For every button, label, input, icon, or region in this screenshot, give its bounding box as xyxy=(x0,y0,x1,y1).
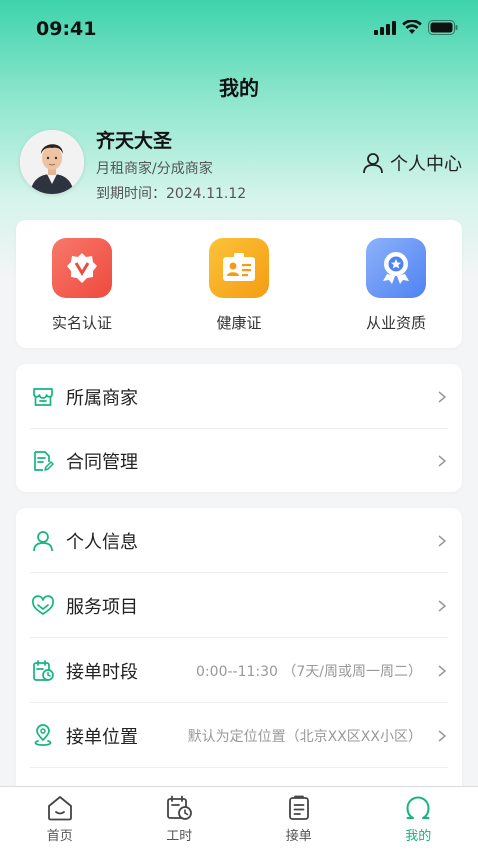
wifi-icon xyxy=(402,20,422,34)
personal-center-button[interactable]: 个人中心 xyxy=(362,150,462,176)
profile-tab-icon xyxy=(406,796,430,819)
menu-label: 接单位置 xyxy=(66,726,138,748)
chevron-right-icon xyxy=(438,664,447,677)
personal-center-label: 个人中心 xyxy=(390,154,462,175)
cert-real-name[interactable]: 实名认证 xyxy=(22,238,142,333)
menu-label: 合同管理 xyxy=(66,451,138,473)
location-icon xyxy=(30,723,56,749)
cert-qualification[interactable]: 从业资质 xyxy=(336,238,456,333)
menu-label: 服务项目 xyxy=(66,596,138,618)
menu-label: 所属商家 xyxy=(66,387,138,409)
user-name: 齐天大圣 xyxy=(96,130,173,152)
cert-label: 实名认证 xyxy=(51,314,112,332)
menu-item-order-hours[interactable]: 接单时段 0:00--11:30 （7天/周或周一周二） xyxy=(30,638,448,703)
certification-card: 实名认证 健康证 从业资质 xyxy=(16,220,462,348)
menu-label: 个人信息 xyxy=(66,531,138,553)
person-icon xyxy=(30,528,56,554)
merchant-card: 所属商家 合同管理 xyxy=(16,364,462,492)
tab-orders[interactable]: 接单 xyxy=(239,787,359,850)
tab-profile[interactable]: 我的 xyxy=(359,787,478,850)
menu-item-contract[interactable]: 合同管理 xyxy=(30,428,448,493)
cert-label: 健康证 xyxy=(216,314,262,332)
tab-label: 我的 xyxy=(405,829,432,844)
work-hours-icon xyxy=(167,795,193,820)
user-role: 月租商家/分成商家 xyxy=(96,161,213,177)
avatar[interactable] xyxy=(20,130,84,194)
chevron-right-icon xyxy=(438,599,447,612)
contract-icon xyxy=(30,448,56,474)
chevron-right-icon xyxy=(438,729,447,742)
home-icon xyxy=(47,796,72,821)
menu-item-order-location[interactable]: 接单位置 默认为定位位置（北京XX区XX小区） xyxy=(30,703,448,768)
status-icons xyxy=(374,20,458,35)
signal-icon xyxy=(374,20,396,35)
qualification-award-icon xyxy=(366,238,426,298)
divider xyxy=(30,767,448,768)
verified-badge-icon xyxy=(52,238,112,298)
menu-label: 接单时段 xyxy=(66,661,138,683)
chevron-right-icon xyxy=(438,390,447,403)
chevron-right-icon xyxy=(438,534,447,547)
menu-item-personal-info[interactable]: 个人信息 xyxy=(30,508,448,573)
cert-label: 从业资质 xyxy=(365,314,426,332)
chevron-right-icon xyxy=(438,454,447,467)
tab-home[interactable]: 首页 xyxy=(0,787,120,850)
bottom-tab-bar: 首页 工时 接单 我的 xyxy=(0,786,478,850)
battery-icon xyxy=(428,20,458,35)
order-hours-value: 0:00--11:30 （7天/周或周一周二） xyxy=(196,663,422,680)
status-bar: 09:41 xyxy=(0,0,478,60)
tab-label: 工时 xyxy=(166,829,193,844)
status-time: 09:41 xyxy=(36,18,97,40)
health-card-icon xyxy=(209,238,269,298)
person-outline-icon xyxy=(363,153,383,174)
order-location-value: 默认为定位位置（北京XX区XX小区） xyxy=(187,728,422,745)
page-title: 我的 xyxy=(219,76,259,100)
menu-item-services[interactable]: 服务项目 xyxy=(30,573,448,638)
tab-work-hours[interactable]: 工时 xyxy=(120,787,240,850)
orders-icon xyxy=(288,795,309,820)
expire-date: 到期时间：2024.11.12 xyxy=(96,186,247,202)
cert-health[interactable]: 健康证 xyxy=(179,238,299,333)
service-heart-icon xyxy=(30,593,56,619)
schedule-icon xyxy=(30,658,56,684)
settings-card: 个人信息 服务项目 接单时段 0:00--11:30 （7天/周或周一周二） 接… xyxy=(16,508,462,808)
menu-item-merchant[interactable]: 所属商家 xyxy=(30,364,448,429)
tab-label: 首页 xyxy=(46,829,73,844)
tab-label: 接单 xyxy=(285,829,312,844)
store-icon xyxy=(30,384,56,410)
